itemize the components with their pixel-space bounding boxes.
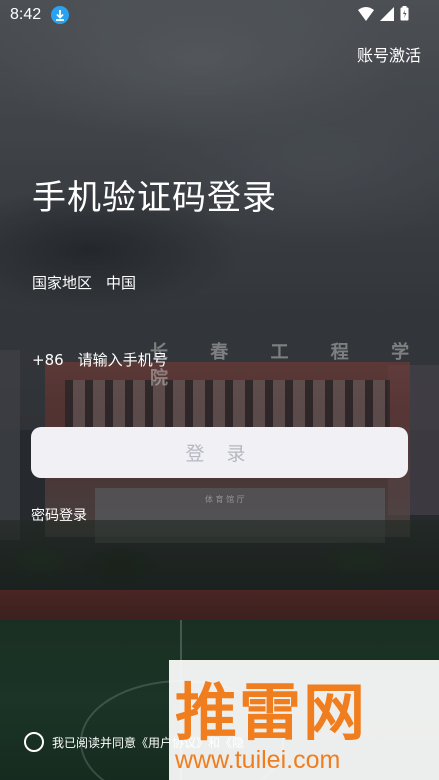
country-code[interactable]: +86 [32, 351, 64, 369]
watermark-brand: 推雷网 [175, 676, 368, 749]
login-button[interactable]: 登 录 [31, 427, 408, 478]
watermark-url: www.tuilei.com [175, 746, 341, 774]
region-selector[interactable]: 国家地区 中国 [32, 272, 136, 293]
password-login-link[interactable]: 密码登录 [31, 505, 87, 525]
signal-icon [380, 6, 394, 25]
agree-radio[interactable] [24, 732, 44, 752]
wifi-icon [358, 6, 374, 25]
region-label: 国家地区 [32, 274, 93, 292]
status-bar: 8:42 [0, 0, 439, 30]
status-time: 8:42 [10, 6, 42, 23]
region-value[interactable]: 中国 [106, 272, 136, 293]
download-icon [51, 6, 69, 24]
phone-input[interactable] [77, 351, 378, 369]
phone-row: +86 [32, 351, 378, 369]
account-activate-link[interactable]: 账号激活 [357, 42, 421, 66]
watermark: 推雷网 www.tuilei.com [169, 660, 439, 780]
page-title: 手机验证码登录 [32, 178, 277, 218]
battery-icon [400, 6, 409, 25]
